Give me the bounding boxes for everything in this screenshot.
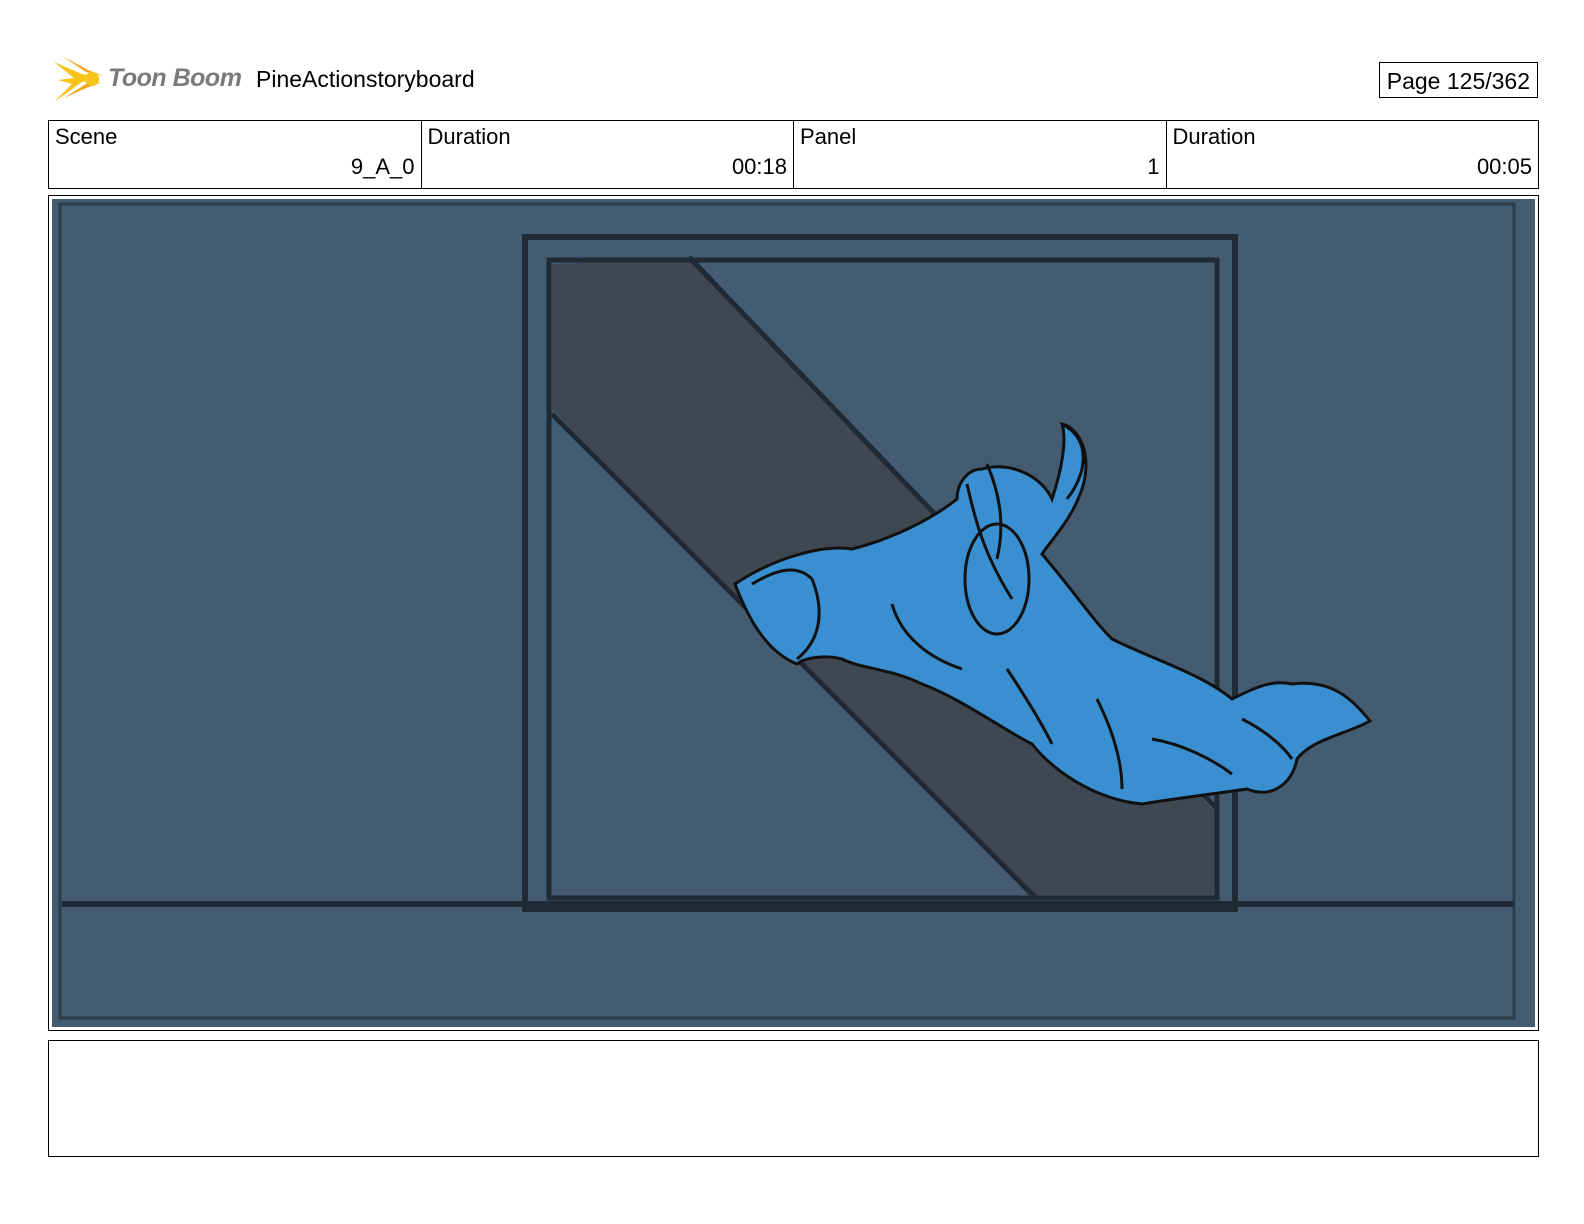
storyboard-panel (48, 195, 1539, 1031)
panel-cell: Panel 1 (794, 121, 1167, 188)
burst-icon (54, 56, 104, 102)
panel-label: Panel (800, 124, 857, 149)
scene-duration-label: Duration (427, 124, 511, 149)
scene-label: Scene (55, 124, 118, 149)
logo-text: Toon Boom (108, 64, 242, 92)
page-indicator: Page 125/362 (1378, 62, 1538, 98)
panel-duration-cell: Duration 00:05 (1167, 121, 1539, 188)
page-header: Toon Boom PineActionstoryboard Page 125/… (48, 50, 1538, 110)
scene-duration-cell: Duration 00:18 (422, 121, 794, 188)
panel-notes-box (48, 1040, 1539, 1157)
panel-value: 1 (1147, 154, 1160, 179)
panel-duration-value: 00:05 (1476, 154, 1532, 179)
toon-boom-logo: Toon Boom (52, 52, 242, 108)
project-title: PineActionstoryboard (256, 66, 475, 92)
panel-info-table: Scene 9_A_0 Duration 00:18 Panel 1 Durat… (48, 120, 1539, 189)
panel-duration-label: Duration (1172, 124, 1256, 149)
scene-cell: Scene 9_A_0 (49, 121, 422, 188)
scene-duration-value: 00:18 (731, 154, 787, 179)
scene-value: 9_A_0 (350, 154, 415, 179)
panel-drawing (52, 199, 1535, 1027)
